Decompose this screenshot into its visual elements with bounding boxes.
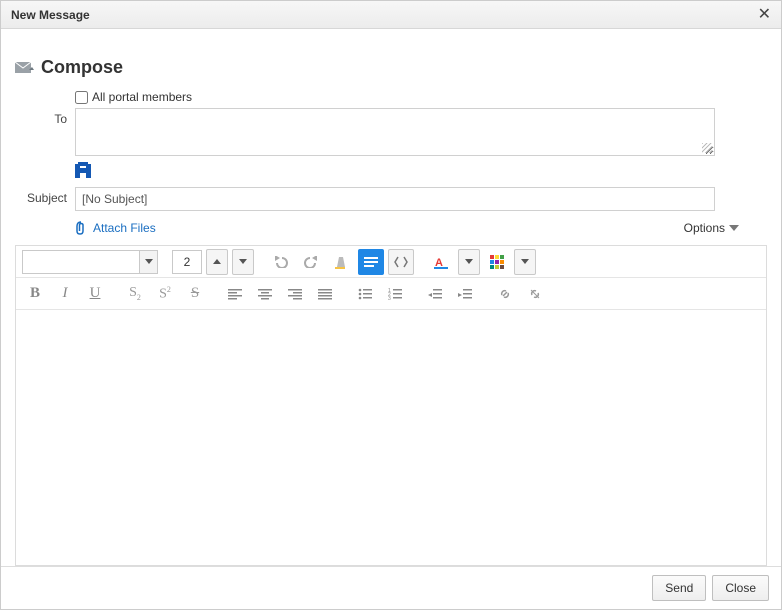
new-message-dialog: New Message ✕ Compose All portal members… [0,0,782,610]
compose-heading: Compose [15,57,767,78]
all-portal-members-row: All portal members [15,90,767,104]
close-button[interactable]: Close [712,575,769,601]
dialog-content: Compose All portal members To Subject [1,29,781,566]
subject-input[interactable] [75,187,715,211]
recipient-picker-icon[interactable] [75,162,93,181]
svg-text:3: 3 [388,296,391,300]
font-family-select[interactable] [22,250,158,274]
subscript-button[interactable]: S2 [122,281,148,307]
options-label: Options [684,221,725,235]
superscript-button[interactable]: S2 [152,281,178,307]
to-label: To [15,108,75,126]
to-input[interactable] [75,108,715,156]
strikethrough-button[interactable]: S [182,281,208,307]
dialog-footer: Send Close [1,566,781,609]
send-button[interactable]: Send [652,575,706,601]
dialog-titlebar: New Message ✕ [1,1,781,29]
compose-heading-text: Compose [41,57,123,78]
compose-mail-icon [15,60,35,76]
unlink-button[interactable] [522,281,548,307]
options-link[interactable]: Options [684,221,739,235]
rich-text-editor: 2 A B I U S2 [15,245,767,566]
bold-button[interactable]: B [22,281,48,307]
font-size-input[interactable]: 2 [172,250,202,274]
chevron-down-icon [729,225,739,231]
all-portal-members-label: All portal members [92,90,192,104]
underline-button[interactable]: U [82,281,108,307]
close-icon[interactable]: ✕ [758,7,771,23]
outdent-button[interactable] [422,281,448,307]
align-left-button[interactable] [222,281,248,307]
undo-button[interactable] [268,249,294,275]
align-right-button[interactable] [282,281,308,307]
indent-button[interactable] [452,281,478,307]
align-justify-button[interactable] [312,281,338,307]
highlight-button[interactable] [328,249,354,275]
subject-row: Subject [15,187,767,211]
design-mode-button[interactable] [358,249,384,275]
font-color-button[interactable]: A [428,249,454,275]
subject-label: Subject [15,187,75,205]
redo-button[interactable] [298,249,324,275]
options-row: Options [15,221,767,235]
font-color-dropdown[interactable] [458,249,480,275]
background-color-button[interactable] [484,249,510,275]
to-row: To [15,108,767,181]
numbered-list-button[interactable]: 123 [382,281,408,307]
message-body-editor[interactable] [16,310,766,565]
align-center-button[interactable] [252,281,278,307]
dialog-title: New Message [11,8,758,22]
font-size-down-button[interactable] [232,249,254,275]
editor-toolbar-row-2: B I U S2 S2 S 123 [16,278,766,310]
chevron-down-icon [139,251,157,273]
all-portal-members-checkbox[interactable] [75,91,88,104]
bullet-list-button[interactable] [352,281,378,307]
background-color-dropdown[interactable] [514,249,536,275]
font-size-up-button[interactable] [206,249,228,275]
html-mode-button[interactable] [388,249,414,275]
link-button[interactable] [492,281,518,307]
editor-toolbar-row-1: 2 A [16,246,766,278]
italic-button[interactable]: I [52,281,78,307]
